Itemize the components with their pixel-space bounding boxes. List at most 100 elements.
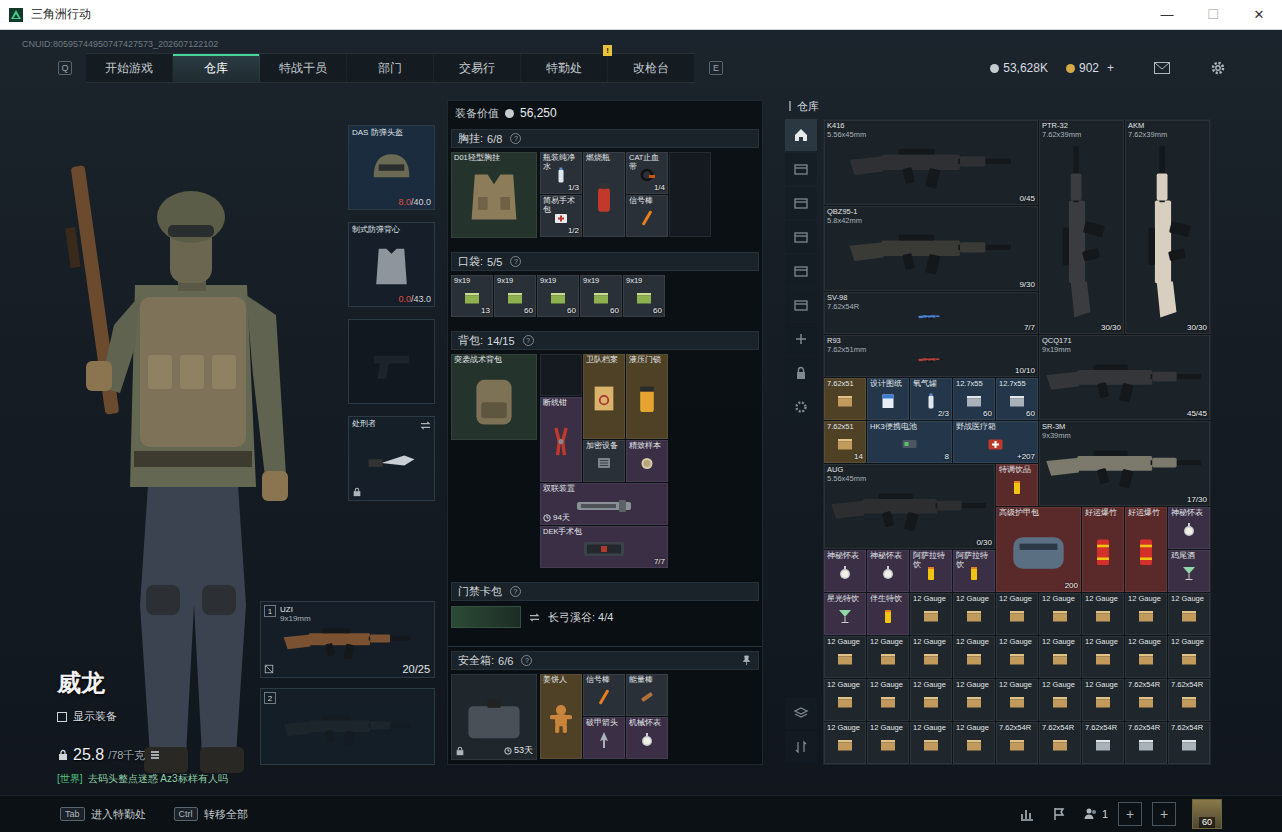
checkbox[interactable] <box>57 712 67 722</box>
item-tile[interactable]: R93 7.62x51mm 10/10 <box>824 335 1038 377</box>
item-tile[interactable]: 12 Gauge <box>1168 636 1210 678</box>
item-tile[interactable]: 12 Gauge <box>867 722 909 764</box>
item-tile[interactable]: 信号棒 <box>583 674 625 716</box>
item-tile[interactable]: 破甲箭头 <box>583 717 625 759</box>
armor-slot[interactable]: 制式防弹背心 0.0/43.0 <box>348 222 435 307</box>
warehouse-tab[interactable] <box>785 357 817 389</box>
gear-icon[interactable] <box>1210 60 1226 76</box>
item-tile[interactable]: 7.62x54R <box>1168 722 1210 764</box>
helmet-slot[interactable]: DAS 防弹头盔 8.0/40.0 <box>348 125 435 210</box>
help-icon[interactable]: ? <box>510 586 521 597</box>
key-hint[interactable]: Ctrl 转移全部 <box>174 807 248 822</box>
item-tile[interactable]: 神秘怀表 <box>1168 507 1210 549</box>
item-tile[interactable]: 12 Gauge <box>824 679 866 721</box>
item-tile[interactable]: DEK手术包 7/7 <box>540 526 668 568</box>
safe-container[interactable]: 53天 <box>451 674 537 760</box>
item-tile[interactable]: 12 Gauge <box>953 679 995 721</box>
item-tile[interactable]: 7.62x54R <box>1125 679 1167 721</box>
item-tile[interactable]: 12 Gauge <box>867 679 909 721</box>
party-count[interactable]: 1 <box>1083 806 1108 822</box>
key-hint[interactable]: Tab 进入特勤处 <box>60 807 146 822</box>
pin-icon[interactable] <box>741 655 752 666</box>
item-tile[interactable]: 12 Gauge <box>1039 636 1081 678</box>
item-tile[interactable]: 神秘怀表 <box>867 550 909 592</box>
item-tile[interactable]: 7.62x54R <box>1082 722 1124 764</box>
item-tile[interactable]: QBZ95-1 5.8x42mm 9/30 <box>824 206 1038 291</box>
item-tile[interactable]: 12.7x55 60 <box>953 378 995 420</box>
item-tile[interactable]: 12 Gauge <box>1082 636 1124 678</box>
invite-slot[interactable]: + <box>1118 802 1142 826</box>
warehouse-tab[interactable] <box>785 255 817 287</box>
item-tile[interactable]: 信号棒 <box>626 195 668 237</box>
warehouse-tab[interactable] <box>785 221 817 253</box>
item-tile[interactable]: 9x19 13 <box>451 275 493 317</box>
item-tile[interactable]: 12 Gauge <box>1168 593 1210 635</box>
item-tile[interactable]: 12 Gauge <box>824 636 866 678</box>
item-tile[interactable]: 12 Gauge <box>910 636 952 678</box>
item-tile[interactable]: 12 Gauge <box>910 722 952 764</box>
warehouse-tab[interactable] <box>785 289 817 321</box>
help-icon[interactable]: ? <box>510 256 521 267</box>
help-icon[interactable]: ? <box>523 335 534 346</box>
mail-icon[interactable] <box>1154 62 1170 74</box>
item-tile[interactable]: 12 Gauge <box>1082 593 1124 635</box>
item-tile[interactable]: 姜饼人 <box>540 674 582 759</box>
item-tile[interactable]: 能量棒 <box>626 674 668 716</box>
item-tile[interactable]: 12 Gauge <box>1082 679 1124 721</box>
item-tile[interactable]: CAT止血带 1/4 <box>626 152 668 194</box>
next-tab-key[interactable]: E <box>709 61 723 75</box>
item-tile[interactable]: 星光特饮 <box>824 593 866 635</box>
item-tile[interactable]: 12 Gauge <box>996 636 1038 678</box>
item-tile[interactable]: 高级护甲包 200 <box>996 507 1081 592</box>
item-tile[interactable]: 12.7x55 60 <box>996 378 1038 420</box>
prev-tab-key[interactable]: Q <box>58 61 72 75</box>
item-tile[interactable]: 氧气罐 2/3 <box>910 378 952 420</box>
keycard-row[interactable]: 长弓溪谷: 4/4 <box>451 601 759 633</box>
item-tile[interactable]: 12 Gauge <box>996 593 1038 635</box>
item-tile[interactable]: 燃烧瓶 <box>583 152 625 237</box>
item-tile[interactable]: 简易手术包 1/2 <box>540 195 582 237</box>
empty-slot[interactable] <box>669 152 711 237</box>
item-tile[interactable]: 阿萨拉特饮 <box>910 550 952 592</box>
item-tile[interactable]: 12 Gauge <box>996 679 1038 721</box>
item-tile[interactable]: 12 Gauge <box>1039 679 1081 721</box>
warehouse-tool[interactable] <box>785 731 817 763</box>
item-tile[interactable]: 卫队档案 <box>583 354 625 439</box>
item-tile[interactable]: 7.62x51 <box>824 378 866 420</box>
item-tile[interactable]: 9x19 60 <box>537 275 579 317</box>
show-gear-toggle[interactable]: 显示装备 <box>57 709 255 724</box>
warehouse-tab[interactable] <box>785 323 817 355</box>
item-tile[interactable]: 阿萨拉特饮 <box>953 550 995 592</box>
weapon-slot[interactable]: 2 <box>260 688 435 765</box>
item-tile[interactable]: 精致样本 <box>626 440 668 482</box>
warehouse-tab[interactable] <box>785 391 817 423</box>
help-icon[interactable]: ? <box>510 133 521 144</box>
player-avatar[interactable]: 60 <box>1192 799 1222 829</box>
item-tile[interactable]: 9x19 60 <box>580 275 622 317</box>
pistol-slot[interactable] <box>348 319 435 404</box>
swap-icon[interactable] <box>420 420 431 431</box>
warehouse-tab[interactable] <box>785 153 817 185</box>
flag-icon[interactable] <box>1051 806 1067 822</box>
item-tile[interactable]: 设计图纸 <box>867 378 909 420</box>
item-tile[interactable]: 12 Gauge <box>867 636 909 678</box>
main-tab[interactable]: 特勤处 ! <box>521 54 608 82</box>
swap-icon[interactable] <box>529 612 540 623</box>
warehouse-tab[interactable] <box>785 187 817 219</box>
item-tile[interactable]: 好运爆竹 <box>1125 507 1167 592</box>
item-tile[interactable]: 机械怀表 <box>626 717 668 759</box>
main-tab[interactable]: 开始游戏 <box>86 54 173 82</box>
main-tab[interactable]: 特战干员 <box>260 54 347 82</box>
item-tile[interactable]: AUG 5.56x45mm 0/30 <box>824 464 995 549</box>
item-tile[interactable]: AKM 7.62x39mm 30/30 <box>1125 120 1210 334</box>
item-tile[interactable]: 野战医疗箱 +207 <box>953 421 1038 463</box>
invite-slot[interactable]: + <box>1152 802 1176 826</box>
item-tile[interactable]: 12 Gauge <box>1125 593 1167 635</box>
item-tile[interactable]: 12 Gauge <box>910 679 952 721</box>
item-tile[interactable]: HK3便携电池 8 <box>867 421 952 463</box>
item-tile[interactable]: D01轻型胸挂 <box>451 152 537 238</box>
item-tile[interactable]: 12 Gauge <box>1039 593 1081 635</box>
item-tile[interactable]: 突袭战术背包 <box>451 354 537 440</box>
warehouse-tool[interactable] <box>785 697 817 729</box>
item-tile[interactable]: 液压门锁 <box>626 354 668 439</box>
